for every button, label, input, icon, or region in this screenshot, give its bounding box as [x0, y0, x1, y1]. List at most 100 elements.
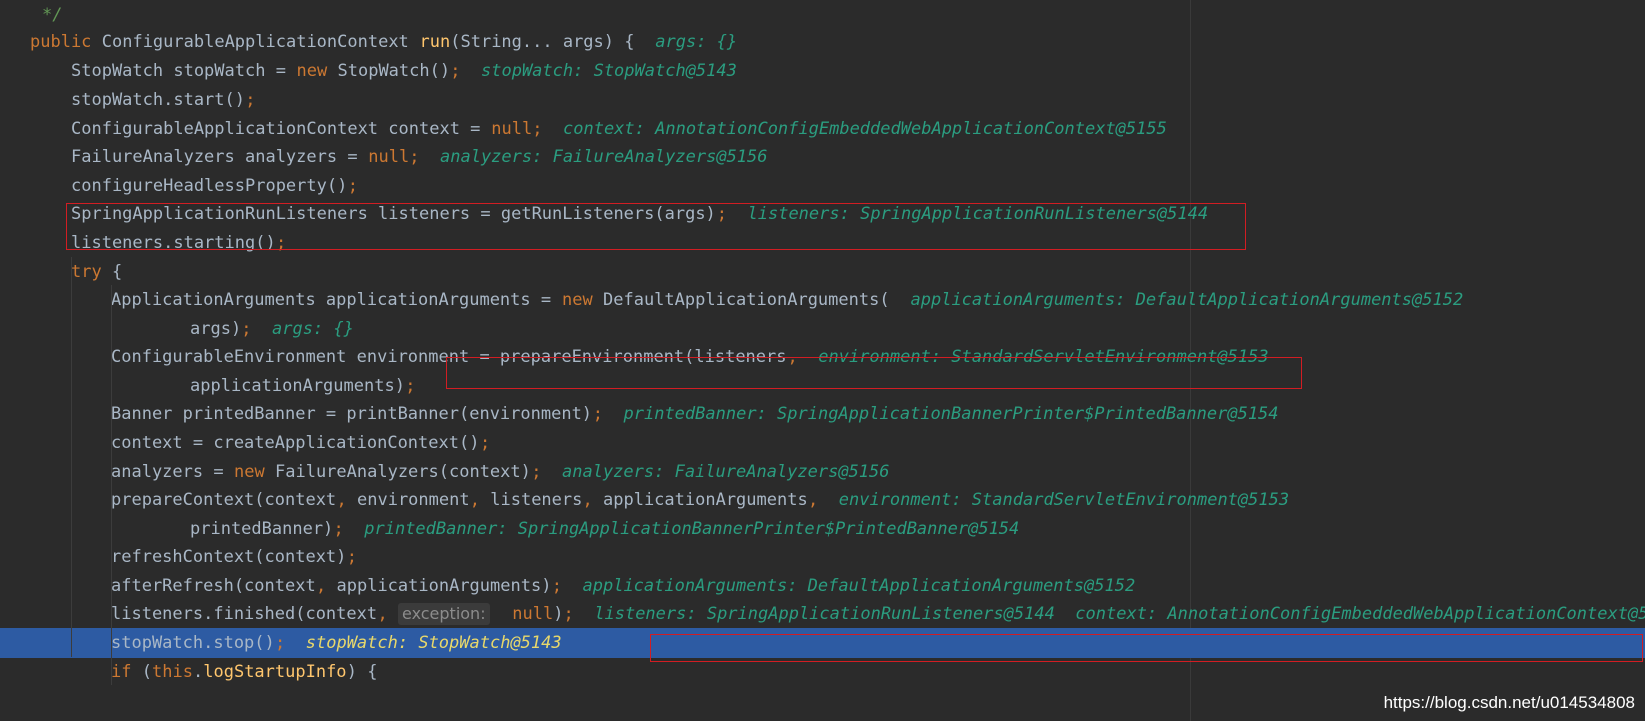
code-token: ; — [275, 633, 306, 653]
code-token: ; — [241, 319, 272, 339]
debug-inline-value: context: AnnotationConfigEmbeddedWebAppl… — [563, 119, 1167, 139]
code-token: , — [787, 347, 819, 367]
code-token: ApplicationArguments applicationArgument… — [111, 290, 562, 310]
code-token: ; — [346, 547, 357, 567]
code-token: ) { — [346, 662, 378, 682]
debug-inline-value: analyzers: FailureAnalyzers@5156 — [440, 147, 768, 167]
code-token: printedBanner) — [190, 519, 334, 539]
code-line[interactable]: afterRefresh(context, applicationArgumen… — [0, 571, 1645, 601]
debug-inline-value: stopWatch: StopWatch@5143 — [305, 633, 562, 653]
debug-inline-value: args: {} — [655, 32, 738, 52]
code-token: SpringApplicationRunListeners listeners … — [71, 204, 716, 224]
code-token: args) — [190, 319, 242, 339]
code-token: new — [234, 462, 275, 482]
code-token: configureHeadlessProperty() — [71, 176, 348, 196]
current-execution-line[interactable]: stopWatch.stop(); stopWatch: StopWatch@5… — [0, 628, 1645, 658]
code-token: this — [152, 662, 193, 682]
code-line[interactable]: applicationArguments); — [0, 371, 1645, 401]
code-token: ConfigurableApplicationContext — [101, 32, 420, 52]
code-line[interactable]: args); args: {} — [0, 314, 1645, 344]
code-line[interactable]: public ConfigurableApplicationContext ru… — [0, 27, 1645, 57]
code-line[interactable]: stopWatch.start(); — [0, 85, 1645, 115]
code-token: . — [193, 662, 204, 682]
code-token: analyzers = — [111, 462, 234, 482]
code-token: public — [30, 32, 102, 52]
debug-inline-value: printedBanner: SpringApplicationBannerPr… — [364, 519, 1020, 539]
debug-inline-value: applicationArguments: DefaultApplication… — [582, 576, 1136, 596]
code-line[interactable]: try { — [0, 257, 1645, 287]
code-token: , — [377, 604, 398, 624]
code-token: ; — [531, 462, 562, 482]
code-token: listeners.starting() — [71, 233, 276, 253]
code-token: ; — [405, 376, 416, 396]
code-line[interactable]: FailureAnalyzers analyzers = null; analy… — [0, 142, 1645, 172]
code-token: StopWatch() — [337, 61, 451, 81]
code-token: stopWatch.stop() — [111, 633, 275, 653]
code-token: ; — [333, 519, 365, 539]
code-token: ; — [592, 404, 624, 424]
code-line[interactable]: if (this. logStartupInfo) { — [0, 657, 1645, 687]
watermark: https://blog.csdn.net/u014534808 — [1383, 693, 1635, 712]
indent-guide — [71, 257, 72, 657]
code-token: applicationArguments — [603, 490, 808, 510]
code-token: new — [562, 290, 603, 310]
code-line[interactable]: analyzers = new FailureAnalyzers(context… — [0, 457, 1645, 487]
code-line[interactable]: listeners.finished(context, exception: n… — [0, 599, 1645, 629]
code-token: ; — [716, 204, 748, 224]
code-token: , — [469, 490, 491, 510]
debug-inline-value: listeners: SpringApplicationRunListeners… — [594, 604, 1645, 624]
code-token: if — [111, 662, 142, 682]
code-token: applicationArguments) — [190, 376, 405, 396]
code-token: null — [502, 604, 554, 624]
code-line[interactable]: context = createApplicationContext(); — [0, 428, 1645, 458]
code-token: ; — [532, 119, 563, 139]
code-line[interactable]: prepareContext(context, environment, lis… — [0, 485, 1645, 515]
code-token: FailureAnalyzers analyzers = — [71, 147, 368, 167]
code-token: afterRefresh(context — [111, 576, 316, 596]
debug-inline-value: printedBanner: SpringApplicationBannerPr… — [623, 404, 1279, 424]
code-token: ConfigurableEnvironment environment = pr… — [111, 347, 787, 367]
code-line[interactable]: ConfigurableEnvironment environment = pr… — [0, 342, 1645, 372]
parameter-hint: exception: — [398, 603, 490, 625]
code-token: new — [296, 61, 338, 81]
code-token: context = createApplicationContext() — [111, 433, 480, 453]
code-token: ; — [551, 576, 583, 596]
code-line[interactable]: StopWatch stopWatch = new StopWatch(); s… — [0, 56, 1645, 86]
code-editor[interactable]: */public ConfigurableApplicationContext … — [0, 0, 1645, 721]
code-token: ( — [141, 662, 152, 682]
code-token: ; — [409, 147, 440, 167]
code-token: , — [582, 490, 603, 510]
debug-inline-value: stopWatch: StopWatch@5143 — [481, 61, 737, 81]
code-line[interactable]: refreshContext(context); — [0, 542, 1645, 572]
code-token: ) — [553, 604, 564, 624]
code-line[interactable]: Banner printedBanner = printBanner(envir… — [0, 399, 1645, 429]
code-token: refreshContext(context) — [111, 547, 347, 567]
code-line[interactable]: configureHeadlessProperty(); — [0, 171, 1645, 201]
code-token: prepareContext(context — [111, 490, 337, 510]
code-token: listeners.finished(context — [111, 604, 378, 624]
code-line[interactable]: printedBanner); printedBanner: SpringApp… — [0, 514, 1645, 544]
code-token: ; — [563, 604, 595, 624]
indent-guide — [111, 285, 112, 685]
code-token: ; — [347, 176, 358, 196]
code-token: null — [491, 119, 533, 139]
debug-inline-value: listeners: SpringApplicationRunListeners… — [747, 204, 1209, 224]
code-token: environment — [357, 490, 470, 510]
code-token: null — [368, 147, 410, 167]
code-token: try — [71, 262, 112, 282]
debug-inline-value: environment: StandardServletEnvironment@… — [838, 490, 1290, 510]
code-token: (String... args) { — [450, 32, 655, 52]
code-line[interactable]: ConfigurableApplicationContext context =… — [0, 114, 1645, 144]
code-token: ; — [276, 233, 287, 253]
code-line[interactable]: ApplicationArguments applicationArgument… — [0, 285, 1645, 315]
code-token: StopWatch stopWatch = — [71, 61, 297, 81]
code-token: ; — [480, 433, 491, 453]
code-line[interactable]: SpringApplicationRunListeners listeners … — [0, 199, 1645, 229]
code-line[interactable]: listeners.starting(); — [0, 228, 1645, 258]
code-token: ; — [450, 61, 481, 81]
code-token: */ — [42, 5, 63, 25]
code-token: run — [419, 32, 451, 52]
code-line[interactable]: */ — [0, 0, 1645, 30]
code-token: applicationArguments) — [336, 576, 552, 596]
code-token: Banner printedBanner = printBanner(envir… — [111, 404, 593, 424]
